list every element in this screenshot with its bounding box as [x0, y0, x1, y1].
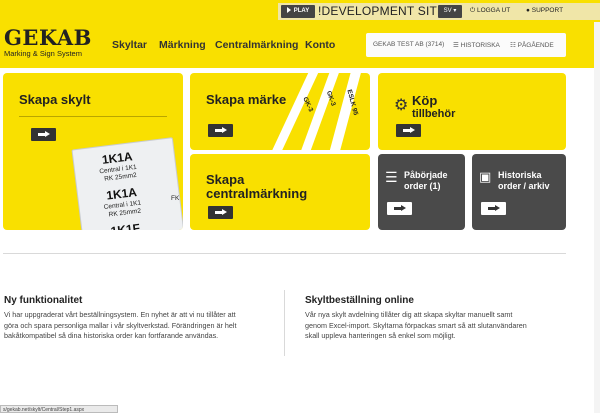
logout-link[interactable]: ⏻ LOGGA UT — [470, 7, 510, 15]
tile-create-sign[interactable]: Skapa skylt 1K1A Central i 1K1 RK 25mm2 … — [3, 73, 183, 230]
history-link[interactable]: ☰ HISTORISKA — [453, 41, 500, 49]
tile-create-marker[interactable]: Skapa märke GK-3 GK-3 ESLK 95 — [190, 73, 370, 150]
news-right-body: Vår nya skylt avdelning tillåter dig att… — [305, 310, 527, 342]
news-right-line: Vår nya skylt avdelning tillåter dig att… — [305, 310, 513, 319]
nav-skyltar[interactable]: Skyltar — [112, 39, 147, 51]
news-left-line: bakåtkompatibel så dina historiska order… — [4, 331, 219, 340]
support-link[interactable]: ● SUPPORT — [526, 7, 563, 14]
tile-divider — [19, 116, 167, 117]
tile-central-title-2: centralmärkning — [206, 186, 308, 201]
nav-markning[interactable]: Märkning — [159, 39, 206, 51]
arrow-right-icon[interactable] — [387, 202, 412, 215]
dev-site-notice: !DEVELOPMENT SITE! — [318, 4, 449, 18]
tile-buy-title-1: Köp — [412, 93, 438, 108]
arrow-right-icon[interactable] — [208, 124, 233, 137]
news-right-line: skall uppleva hanteringen så enkel som m… — [305, 331, 456, 340]
section-divider — [3, 253, 566, 254]
section-vertical-divider — [284, 290, 285, 356]
tile-create-sign-title: Skapa skylt — [19, 92, 91, 107]
tile-pending-title-2: order (1) — [404, 181, 441, 191]
language-select[interactable]: SV ▾ — [438, 5, 462, 18]
arrow-right-icon[interactable] — [481, 202, 506, 215]
tile-history-title-2: order / arkiv — [498, 181, 550, 191]
arrow-right-icon[interactable] — [208, 206, 233, 219]
news-left-line: Vi har uppgraderat vårt beställningsyste… — [4, 310, 236, 319]
history-icon: ☰ — [453, 42, 461, 49]
scrollbar[interactable] — [594, 22, 600, 413]
logout-icon: ⏻ — [470, 7, 477, 14]
tile-history-orders[interactable]: ▣ Historiska order / arkiv — [472, 154, 566, 230]
tile-buy-title-2: tillbehör — [412, 108, 456, 120]
news-right-line: genom Excel-import. Skyltarna förpackas … — [305, 320, 527, 330]
sign-side-label-1: FK — [171, 195, 180, 202]
gear-icon: ⚙ — [394, 97, 409, 114]
arrow-right-icon[interactable] — [31, 128, 56, 141]
sign-label-3: 1K1F — [109, 220, 141, 230]
tile-buy-accessories[interactable]: ⚙ Köp tillbehör — [378, 73, 566, 150]
news-left-line: göra och spara personliga mallar i vår s… — [4, 320, 237, 330]
status-bar-url: s/gekab.net/skylt/Central/Step1.aspx — [0, 405, 118, 413]
tile-create-central-marking[interactable]: Skapa centralmärkning — [190, 154, 370, 230]
arrow-right-icon[interactable] — [396, 124, 421, 137]
logo[interactable]: GEKAB Marking & Sign System — [4, 27, 92, 58]
nav-centralmarkning[interactable]: Centralmärkning — [215, 39, 298, 51]
tile-central-title-1: Skapa — [206, 172, 245, 187]
news-left-body: Vi har uppgraderat vårt beställningsyste… — [4, 310, 237, 342]
play-icon — [286, 7, 291, 14]
account-name[interactable]: GEKAB TEST AB (3714) — [373, 41, 444, 48]
list-icon: ☷ — [510, 42, 518, 49]
tile-history-title-1: Historiska — [498, 170, 542, 180]
tile-pending-title-1: Påbörjade — [404, 170, 448, 180]
pending-link[interactable]: ☷ PÅGÅENDE — [510, 41, 554, 49]
briefcase-icon: ▣ — [479, 169, 492, 184]
play-button[interactable]: PLAY — [281, 5, 315, 18]
sign-illustration: 1K1A Central i 1K1 RK 25mm2 1K1A Central… — [71, 137, 183, 230]
nav-konto[interactable]: Konto — [305, 39, 335, 51]
list-icon: ☰ — [385, 169, 398, 185]
news-right-title: Skyltbeställning online — [305, 295, 414, 306]
tile-pending-orders[interactable]: ☰ Påbörjade order (1) — [378, 154, 465, 230]
news-left-title: Ny funktionalitet — [4, 295, 83, 306]
